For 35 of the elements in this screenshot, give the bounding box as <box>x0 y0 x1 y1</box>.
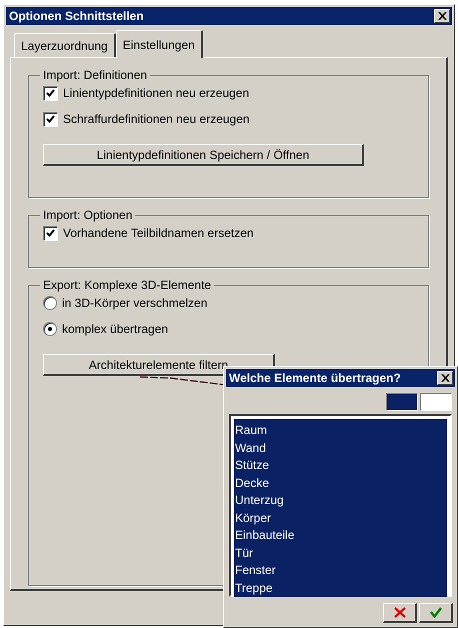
checkbox-option[interactable]: Schraffurdefinitionen neu erzeugen <box>43 110 250 128</box>
close-button[interactable] <box>434 9 450 23</box>
checkbox-option[interactable]: Linientypdefinitionen neu erzeugen <box>43 84 250 102</box>
window-title: Optionen Schnittstellen <box>9 9 144 23</box>
cancel-button[interactable] <box>383 603 417 623</box>
cross-icon <box>394 607 406 618</box>
radio-option[interactable]: in 3D-Körper verschmelzen <box>43 294 208 312</box>
group-title: Export: Komplexe 3D-Elemente <box>42 278 212 292</box>
checkbox[interactable] <box>43 86 58 100</box>
group-title: Import: Optionen <box>42 208 134 222</box>
checkmark-icon <box>46 89 55 97</box>
action-button[interactable]: Linientypdefinitionen Speichern / Öffnen <box>43 144 364 166</box>
color-swatch[interactable] <box>386 393 418 411</box>
confirm-button[interactable] <box>419 603 453 623</box>
radio-label: komplex übertragen <box>62 322 168 336</box>
checkbox-label: Linientypdefinitionen neu erzeugen <box>63 86 250 100</box>
radio-label: in 3D-Körper verschmelzen <box>62 296 208 310</box>
close-icon <box>440 374 450 382</box>
color-swatch[interactable] <box>420 393 452 411</box>
checkbox-label: Schraffurdefinitionen neu erzeugen <box>63 112 250 126</box>
checkmark-icon <box>430 607 442 618</box>
radio-option[interactable]: komplex übertragen <box>43 320 168 338</box>
radio-button[interactable] <box>43 322 57 336</box>
checkbox-label: Vorhandene Teilbildnamen ersetzen <box>63 226 254 240</box>
radio-button[interactable] <box>43 296 57 310</box>
checkmark-icon <box>46 229 55 237</box>
group-title: Import: Definitionen <box>42 68 148 82</box>
close-icon <box>438 12 446 20</box>
close-button[interactable] <box>437 371 453 385</box>
checkbox[interactable] <box>43 226 58 240</box>
checkbox-option[interactable]: Vorhandene Teilbildnamen ersetzen <box>43 224 254 242</box>
checkbox[interactable] <box>43 112 58 126</box>
checkmark-icon <box>46 115 55 123</box>
tab[interactable]: Layerzuordnung <box>14 33 116 57</box>
tab[interactable]: Einstellungen <box>116 30 203 58</box>
